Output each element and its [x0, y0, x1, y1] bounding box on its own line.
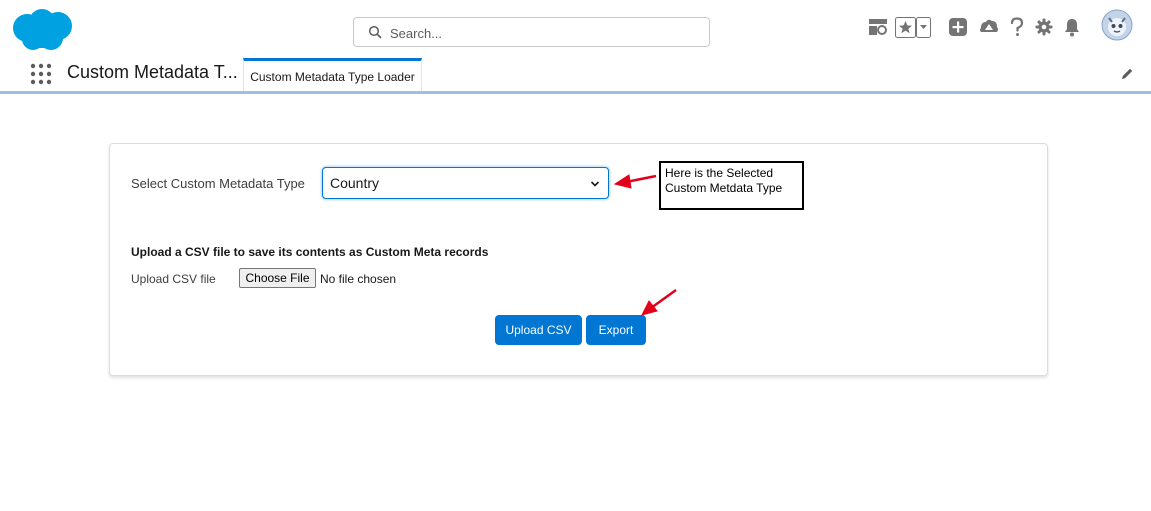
global-search-box[interactable] — [353, 17, 710, 48]
upload-csv-button[interactable]: Upload CSV — [495, 315, 582, 345]
notifications-button[interactable] — [1063, 12, 1081, 42]
chevron-down-icon — [590, 181, 600, 187]
search-input[interactable] — [388, 18, 692, 48]
favorites-star-icon[interactable] — [895, 16, 916, 38]
notifications-bell-icon — [1065, 19, 1079, 37]
salesforce-cloud-logo[interactable] — [9, 8, 75, 52]
setup-gear-icon — [1035, 18, 1053, 36]
guidance-center-button[interactable] — [868, 12, 888, 42]
setup-button[interactable] — [1035, 12, 1053, 42]
global-actions-plus-icon — [949, 18, 967, 36]
annotation-callout: Here is the Selected Custom Metdata Type — [659, 161, 804, 210]
guidance-center-icon — [869, 19, 887, 35]
nav-bottom-border — [0, 91, 1151, 94]
user-profile-button[interactable] — [1101, 9, 1133, 41]
help-question-icon — [1010, 17, 1024, 36]
global-actions-button[interactable] — [948, 12, 968, 42]
tab-label: Custom Metadata Type Loader — [250, 69, 415, 84]
upload-heading: Upload a CSV file to save its contents a… — [131, 245, 489, 259]
search-icon — [368, 25, 382, 39]
no-file-chosen-text: No file chosen — [320, 272, 397, 286]
user-avatar — [1101, 9, 1133, 41]
choose-file-button[interactable]: Choose File — [239, 268, 316, 288]
trailhead-icon — [980, 19, 998, 32]
select-metadata-type-label: Select Custom Metadata Type — [131, 176, 305, 191]
global-header — [0, 0, 1151, 58]
favorites-group[interactable] — [895, 12, 931, 42]
app-launcher-icon[interactable] — [30, 63, 52, 85]
export-button[interactable]: Export — [586, 315, 646, 345]
edit-nav-pencil-icon[interactable] — [1120, 67, 1134, 81]
select-value: Country — [330, 175, 380, 191]
app-name: Custom Metadata T... — [67, 62, 238, 82]
trailhead-button[interactable] — [978, 12, 1000, 42]
tab-custom-metadata-type-loader[interactable]: Custom Metadata Type Loader — [243, 58, 422, 92]
metadata-type-select[interactable]: Country — [322, 167, 609, 199]
help-button[interactable] — [1010, 12, 1024, 42]
upload-csv-label: Upload CSV file — [131, 272, 216, 286]
favorites-dropdown-icon[interactable] — [916, 16, 931, 38]
